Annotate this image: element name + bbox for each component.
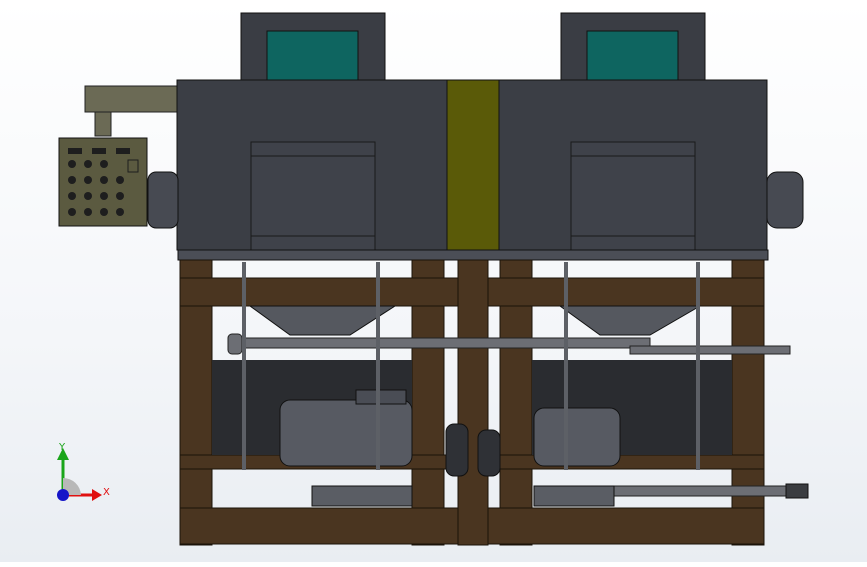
left-cone bbox=[248, 305, 397, 336]
cad-viewport[interactable] bbox=[0, 0, 867, 562]
left-motor bbox=[279, 389, 413, 467]
y-axis-label: Y bbox=[59, 442, 66, 453]
exhaust-duct bbox=[84, 85, 178, 137]
right-motor bbox=[533, 407, 621, 467]
x-axis-arrowhead bbox=[92, 489, 102, 501]
coordinate-triad: Y X bbox=[40, 440, 120, 510]
control-panel bbox=[58, 137, 148, 227]
left-hopper bbox=[240, 12, 386, 84]
right-hopper bbox=[560, 12, 706, 84]
end-fitting bbox=[785, 483, 809, 499]
z-axis-dot bbox=[57, 489, 69, 501]
x-axis-label: X bbox=[103, 487, 110, 498]
right-cone bbox=[558, 305, 702, 336]
main-housing bbox=[147, 79, 804, 251]
deck-plate bbox=[177, 249, 769, 261]
